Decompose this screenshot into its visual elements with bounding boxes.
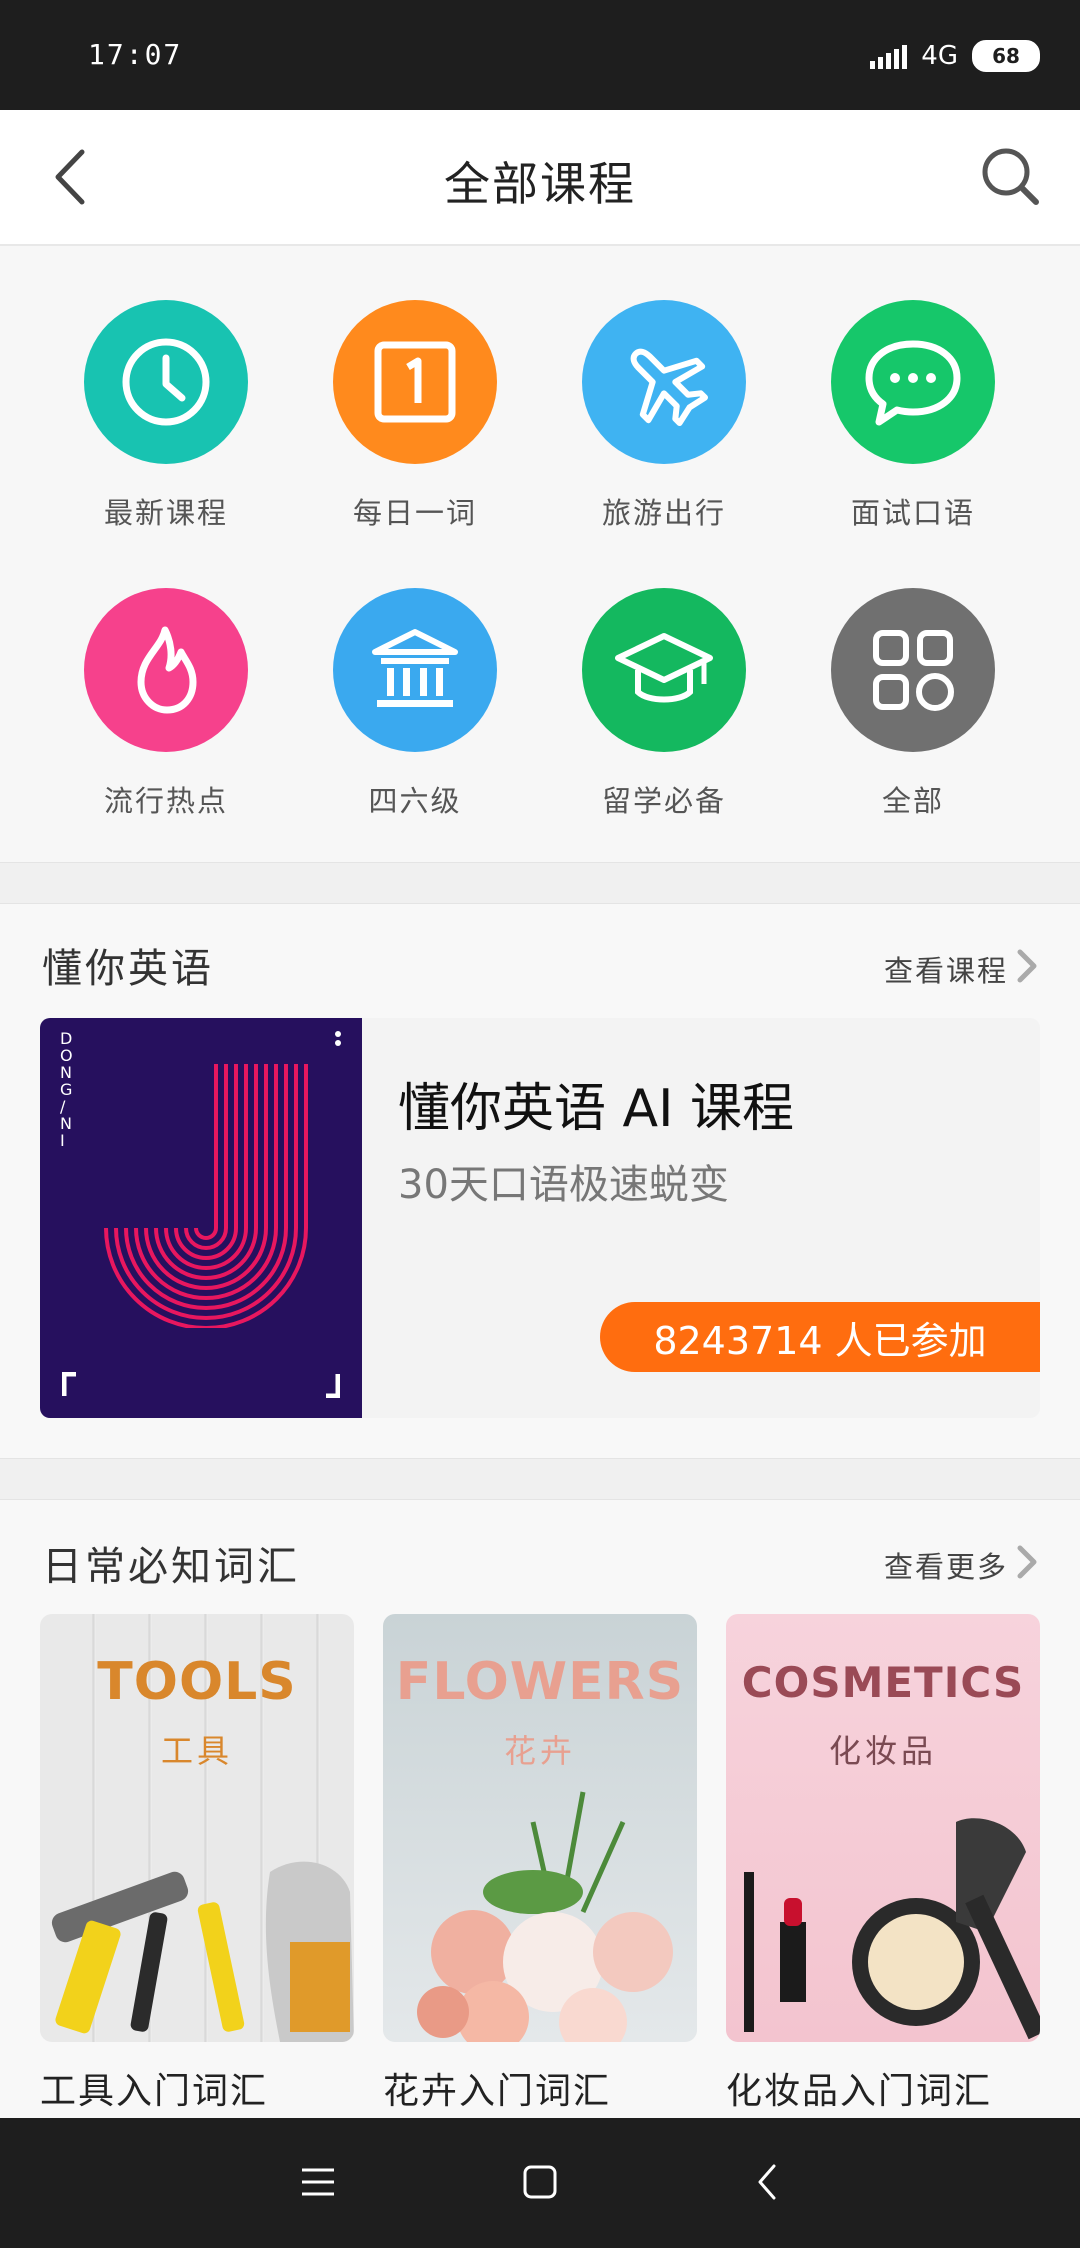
category-icon-circle: [333, 588, 497, 752]
participants-badge: 8243714 人已参加: [600, 1302, 1040, 1372]
cover-title: COSMETICS: [741, 1658, 1025, 1707]
category-all[interactable]: 全部: [803, 588, 1023, 820]
section-title: 懂你英语: [42, 946, 214, 992]
dongni-course-card[interactable]: D O N G / N I 懂你英语 AI 课程 30天口语极速蜕变 82437…: [40, 1018, 1040, 1418]
vocab-cover-image: TOOLS 工具: [40, 1614, 354, 2042]
grid-apps-icon: [873, 630, 954, 711]
clock-icon: [122, 338, 210, 426]
course-cover-image: D O N G / N I: [40, 1018, 362, 1418]
category-latest-courses[interactable]: 最新课程: [56, 300, 276, 532]
chevron-right-icon[interactable]: [1016, 946, 1040, 986]
corner-bracket-right: [326, 1374, 340, 1398]
cover-title: TOOLS: [97, 1652, 297, 1712]
graduation-cap-icon: [615, 633, 713, 703]
category-icon-circle: [582, 588, 746, 752]
category-study-abroad[interactable]: 留学必备: [554, 588, 774, 820]
category-icon-circle: [582, 300, 746, 464]
course-subtitle: 30天口语极速蜕变: [398, 1162, 729, 1208]
calendar-one-icon: [374, 341, 456, 423]
vocab-card-flowers[interactable]: FLOWERS 花卉 花卉入门词汇: [383, 1614, 697, 2114]
status-bar: 17:07 4G 68: [0, 0, 1080, 110]
corner-bracket-left: [62, 1372, 76, 1396]
status-time: 17:07: [88, 38, 183, 71]
category-word-of-day[interactable]: 每日一词: [305, 300, 525, 532]
vocab-card-tools[interactable]: TOOLS 工具 工具入门词汇: [40, 1614, 354, 2114]
chat-bubble-icon: [865, 340, 961, 426]
battery-icon: 68: [972, 40, 1040, 72]
category-interview-speaking[interactable]: 面试口语: [803, 300, 1023, 532]
category-label: 全部: [881, 784, 944, 818]
cosmetics-illustration: [744, 1818, 1040, 2040]
section-title: 日常必知词汇: [42, 1544, 300, 1590]
category-label: 最新课程: [103, 496, 228, 530]
category-label: 面试口语: [850, 496, 975, 530]
vocab-card-cosmetics[interactable]: COSMETICS 化妆品 化妆品入门词汇: [726, 1614, 1040, 2114]
vocab-title: 工具入门词汇: [40, 2071, 269, 2112]
search-icon[interactable]: [976, 142, 1044, 210]
flame-icon: [137, 626, 197, 714]
cover-subtitle: 工具: [160, 1732, 233, 1770]
system-nav-bar: [0, 2118, 1080, 2248]
category-label: 四六级: [368, 784, 462, 818]
vocab-cover-image: COSMETICS 化妆品: [726, 1614, 1040, 2042]
category-icon-circle: [333, 300, 497, 464]
vocab-title: 花卉入门词汇: [383, 2071, 612, 2112]
signal-icon: [870, 43, 908, 69]
category-icon-circle: [831, 300, 995, 464]
cover-vertical-text: D O N G / N I: [60, 1029, 73, 1150]
category-icon-circle: [84, 300, 248, 464]
category-icon-circle: [831, 588, 995, 752]
back-icon[interactable]: [748, 2162, 788, 2202]
j-logo-icon: [104, 1064, 308, 1328]
page-title: 全部课程: [444, 157, 636, 211]
category-icon-circle: [84, 588, 248, 752]
vocab-title: 化妆品入门词汇: [726, 2071, 993, 2112]
cover-title: FLOWERS: [395, 1652, 685, 1712]
category-grid: 最新课程 每日一词 旅游出行 面试口语 流行热点 四六级 留学必备 全部: [0, 246, 1080, 862]
section-divider: [0, 1458, 1080, 1500]
battery-level: 68: [992, 44, 1020, 68]
airplane-icon: [630, 348, 709, 427]
section-divider: [0, 862, 1080, 904]
cover-subtitle: 化妆品: [828, 1732, 937, 1770]
view-courses-link[interactable]: 查看课程: [884, 948, 1008, 990]
home-icon[interactable]: [520, 2162, 560, 2202]
category-label: 留学必备: [601, 784, 726, 818]
category-label: 流行热点: [103, 784, 228, 818]
cover-subtitle: 花卉: [503, 1732, 576, 1770]
category-trending[interactable]: 流行热点: [56, 588, 276, 820]
tools-illustration: [51, 1861, 354, 2042]
app-bar: 全部课程: [0, 110, 1080, 246]
category-travel[interactable]: 旅游出行: [554, 300, 774, 532]
category-cet[interactable]: 四六级: [305, 588, 525, 820]
more-dots-icon: [335, 1031, 341, 1046]
flowers-illustration: [417, 1791, 673, 2042]
menu-icon[interactable]: [298, 2162, 338, 2202]
category-label: 旅游出行: [601, 496, 726, 530]
course-title: 懂你英语 AI 课程: [398, 1079, 794, 1139]
network-type: 4G: [921, 41, 958, 71]
institution-icon: [372, 629, 458, 707]
vocab-cover-image: FLOWERS 花卉: [383, 1614, 697, 2042]
chevron-right-icon[interactable]: [1016, 1542, 1040, 1582]
category-label: 每日一词: [352, 496, 477, 530]
view-more-link[interactable]: 查看更多: [884, 1544, 1008, 1586]
